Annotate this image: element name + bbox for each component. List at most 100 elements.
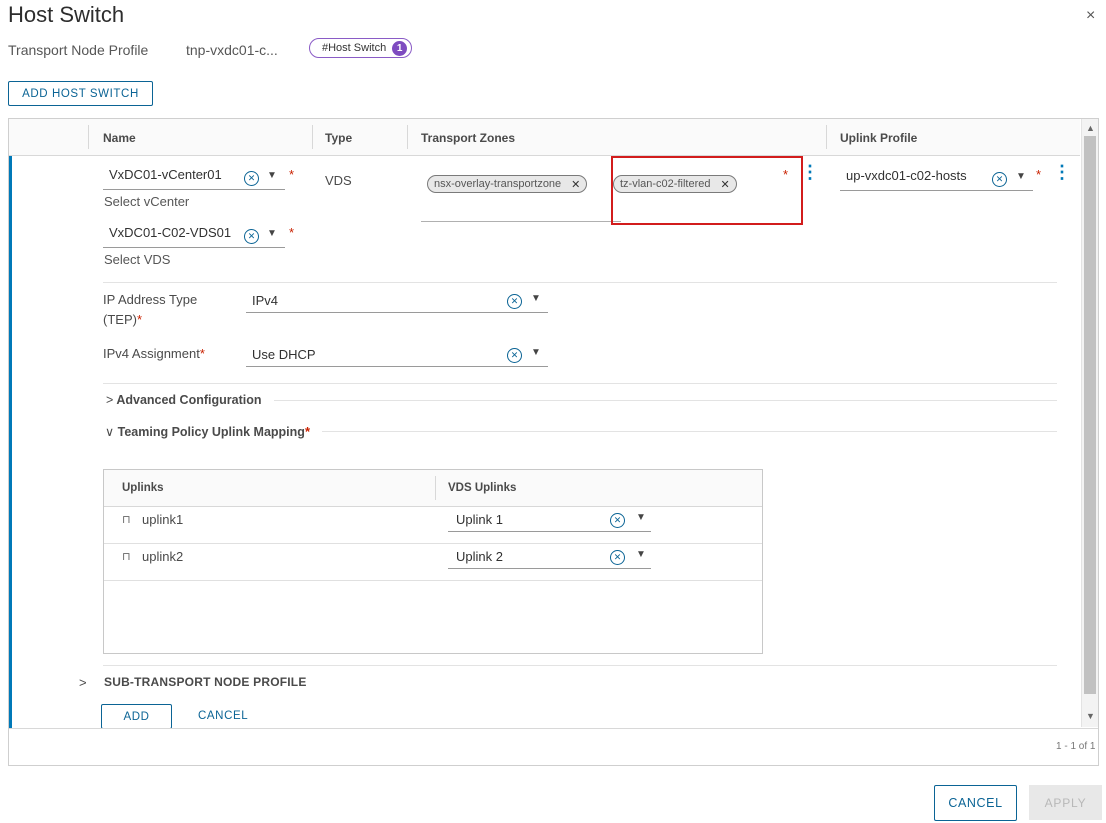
advanced-configuration-label: Advanced Configuration [116, 393, 262, 407]
clear-icon[interactable]: ✕ [610, 550, 625, 565]
profile-name: tnp-vxdc01-c... [186, 42, 278, 58]
vds-uplink-value: Uplink 2 [456, 549, 503, 564]
ip-address-type-select[interactable]: IPv4 ✕ ▼ [246, 291, 548, 313]
chevron-down-icon[interactable]: ▼ [636, 549, 646, 560]
chevron-right-icon: > [106, 393, 114, 407]
chevron-down-icon[interactable]: ▼ [531, 347, 541, 358]
required-marker: * [783, 167, 789, 182]
chevron-down-icon[interactable]: ▼ [267, 228, 277, 239]
type-value: VDS [325, 173, 352, 188]
ipv4-assignment-label: IPv4 Assignment [103, 346, 200, 361]
kebab-menu-icon[interactable]: ⋮ [801, 163, 819, 181]
ipv4-assignment-select[interactable]: Use DHCP ✕ ▼ [246, 345, 548, 367]
cancel-button[interactable]: CANCEL [934, 785, 1017, 821]
required-marker: * [1036, 167, 1042, 182]
vds-select[interactable]: VxDC01-C02-VDS01 ✕ ▼ [103, 223, 285, 248]
chevron-down-icon: ∨ [105, 425, 115, 439]
table-row: ⊓ uplink1 Uplink 1 ✕ ▼ [104, 507, 762, 544]
grid-scrollbar[interactable]: ▲ ▼ [1081, 119, 1098, 727]
host-switch-tag: #Host Switch [322, 42, 387, 54]
vds-uplink-select[interactable]: Uplink 2 ✕ ▼ [448, 547, 651, 569]
ip-address-type-label-line1: IP Address Type [103, 292, 198, 307]
teaming-policy-label: Teaming Policy Uplink Mapping [117, 425, 305, 439]
column-header-transport-zones: Transport Zones [421, 131, 516, 145]
scroll-up-icon[interactable]: ▲ [1086, 123, 1095, 133]
teaming-policy-toggle[interactable]: ∨ Teaming Policy Uplink Mapping* [105, 424, 310, 439]
chevron-down-icon[interactable]: ▼ [531, 293, 541, 304]
column-header-uplink-profile: Uplink Profile [840, 131, 918, 145]
divider [103, 282, 1057, 283]
required-marker: * [289, 225, 295, 240]
transport-zone-chip-label: nsx-overlay-transportzone [434, 178, 562, 190]
kebab-menu-icon[interactable]: ⋮ [1053, 163, 1071, 181]
divider [103, 665, 1057, 666]
column-separator [435, 476, 436, 500]
required-marker: * [289, 167, 295, 182]
ipv4-assignment-value: Use DHCP [252, 347, 316, 362]
transport-node-profile-label: Transport Node Profile [8, 42, 149, 58]
chevron-down-icon[interactable]: ▼ [636, 512, 646, 523]
sub-transport-node-profile-expand[interactable]: > [79, 675, 87, 690]
scroll-down-icon[interactable]: ▼ [1086, 711, 1095, 721]
uplink-profile-select[interactable]: up-vxdc01-c02-hosts ✕ ▼ [840, 166, 1033, 191]
advanced-configuration-toggle[interactable]: > Advanced Configuration [106, 393, 261, 407]
uplink-port-icon: ⊓ [122, 551, 131, 563]
cancel-row-button[interactable]: CANCEL [198, 710, 248, 722]
apply-button[interactable]: APPLY [1029, 785, 1102, 820]
add-button[interactable]: ADD [101, 704, 172, 729]
column-separator [826, 125, 827, 149]
divider [274, 400, 1057, 401]
transport-zones-input[interactable]: nsx-overlay-transportzone ✕ [421, 169, 621, 222]
ip-address-type-label: IP Address Type (TEP)* [103, 292, 197, 327]
vds-uplink-value: Uplink 1 [456, 512, 503, 527]
highlight-box [611, 156, 803, 225]
clear-icon[interactable]: ✕ [507, 294, 522, 309]
chevron-down-icon[interactable]: ▼ [1016, 171, 1026, 182]
uplink-name: uplink2 [142, 549, 184, 564]
host-switch-grid: Name Type Transport Zones Uplink Profile… [8, 118, 1099, 766]
grid-footer-divider [9, 728, 1098, 729]
divider [103, 383, 1057, 384]
host-switch-count: 1 [392, 40, 408, 56]
vcenter-select[interactable]: VxDC01-vCenter01 ✕ ▼ [103, 165, 285, 190]
sub-transport-node-profile-label: SUB-TRANSPORT NODE PROFILE [104, 675, 307, 689]
vds-helper-text: Select VDS [104, 252, 171, 267]
uplinks-table: Uplinks VDS Uplinks ⊓ uplink1 Uplink 1 ✕… [103, 469, 763, 654]
column-header-name: Name [103, 131, 136, 145]
ip-address-type-label-line2: (TEP) [103, 312, 137, 327]
clear-icon[interactable]: ✕ [610, 513, 625, 528]
uplink-port-icon: ⊓ [122, 514, 131, 526]
close-icon[interactable]: × [1086, 7, 1095, 25]
uplink-name: uplink1 [142, 512, 184, 527]
chevron-right-icon: > [79, 675, 87, 690]
scroll-thumb[interactable] [1084, 136, 1096, 694]
clear-icon[interactable]: ✕ [507, 348, 522, 363]
required-marker: * [199, 346, 205, 361]
table-row: ⊓ uplink2 Uplink 2 ✕ ▼ [104, 544, 762, 581]
remove-chip-icon[interactable]: ✕ [571, 178, 580, 191]
ip-address-type-value: IPv4 [252, 293, 279, 308]
transport-zone-chip: nsx-overlay-transportzone ✕ [427, 175, 588, 193]
column-separator [312, 125, 313, 149]
vds-value: VxDC01-C02-VDS01 [109, 225, 232, 240]
grid-header: Name Type Transport Zones Uplink Profile [9, 119, 1080, 156]
column-separator [407, 125, 408, 149]
pagination-text: 1 - 1 of 1 [1056, 741, 1096, 752]
host-switch-badge: #Host Switch 1 [309, 38, 413, 58]
clear-icon[interactable]: ✕ [244, 229, 259, 244]
divider [322, 431, 1057, 432]
dialog-title: Host Switch [8, 2, 125, 27]
uplinks-column-header: Uplinks [122, 482, 164, 494]
selected-row-indicator [9, 156, 12, 728]
column-header-type: Type [325, 131, 353, 145]
clear-icon[interactable]: ✕ [992, 172, 1007, 187]
vds-uplink-select[interactable]: Uplink 1 ✕ ▼ [448, 510, 651, 532]
required-marker: * [136, 312, 143, 327]
clear-icon[interactable]: ✕ [244, 171, 259, 186]
vds-uplinks-column-header: VDS Uplinks [448, 482, 517, 494]
vcenter-value: VxDC01-vCenter01 [109, 167, 222, 182]
ipv4-assignment-label-wrap: IPv4 Assignment* [103, 346, 205, 361]
chevron-down-icon[interactable]: ▼ [267, 170, 277, 181]
vcenter-helper-text: Select vCenter [104, 194, 190, 209]
add-host-switch-button[interactable]: ADD HOST SWITCH [8, 81, 153, 106]
